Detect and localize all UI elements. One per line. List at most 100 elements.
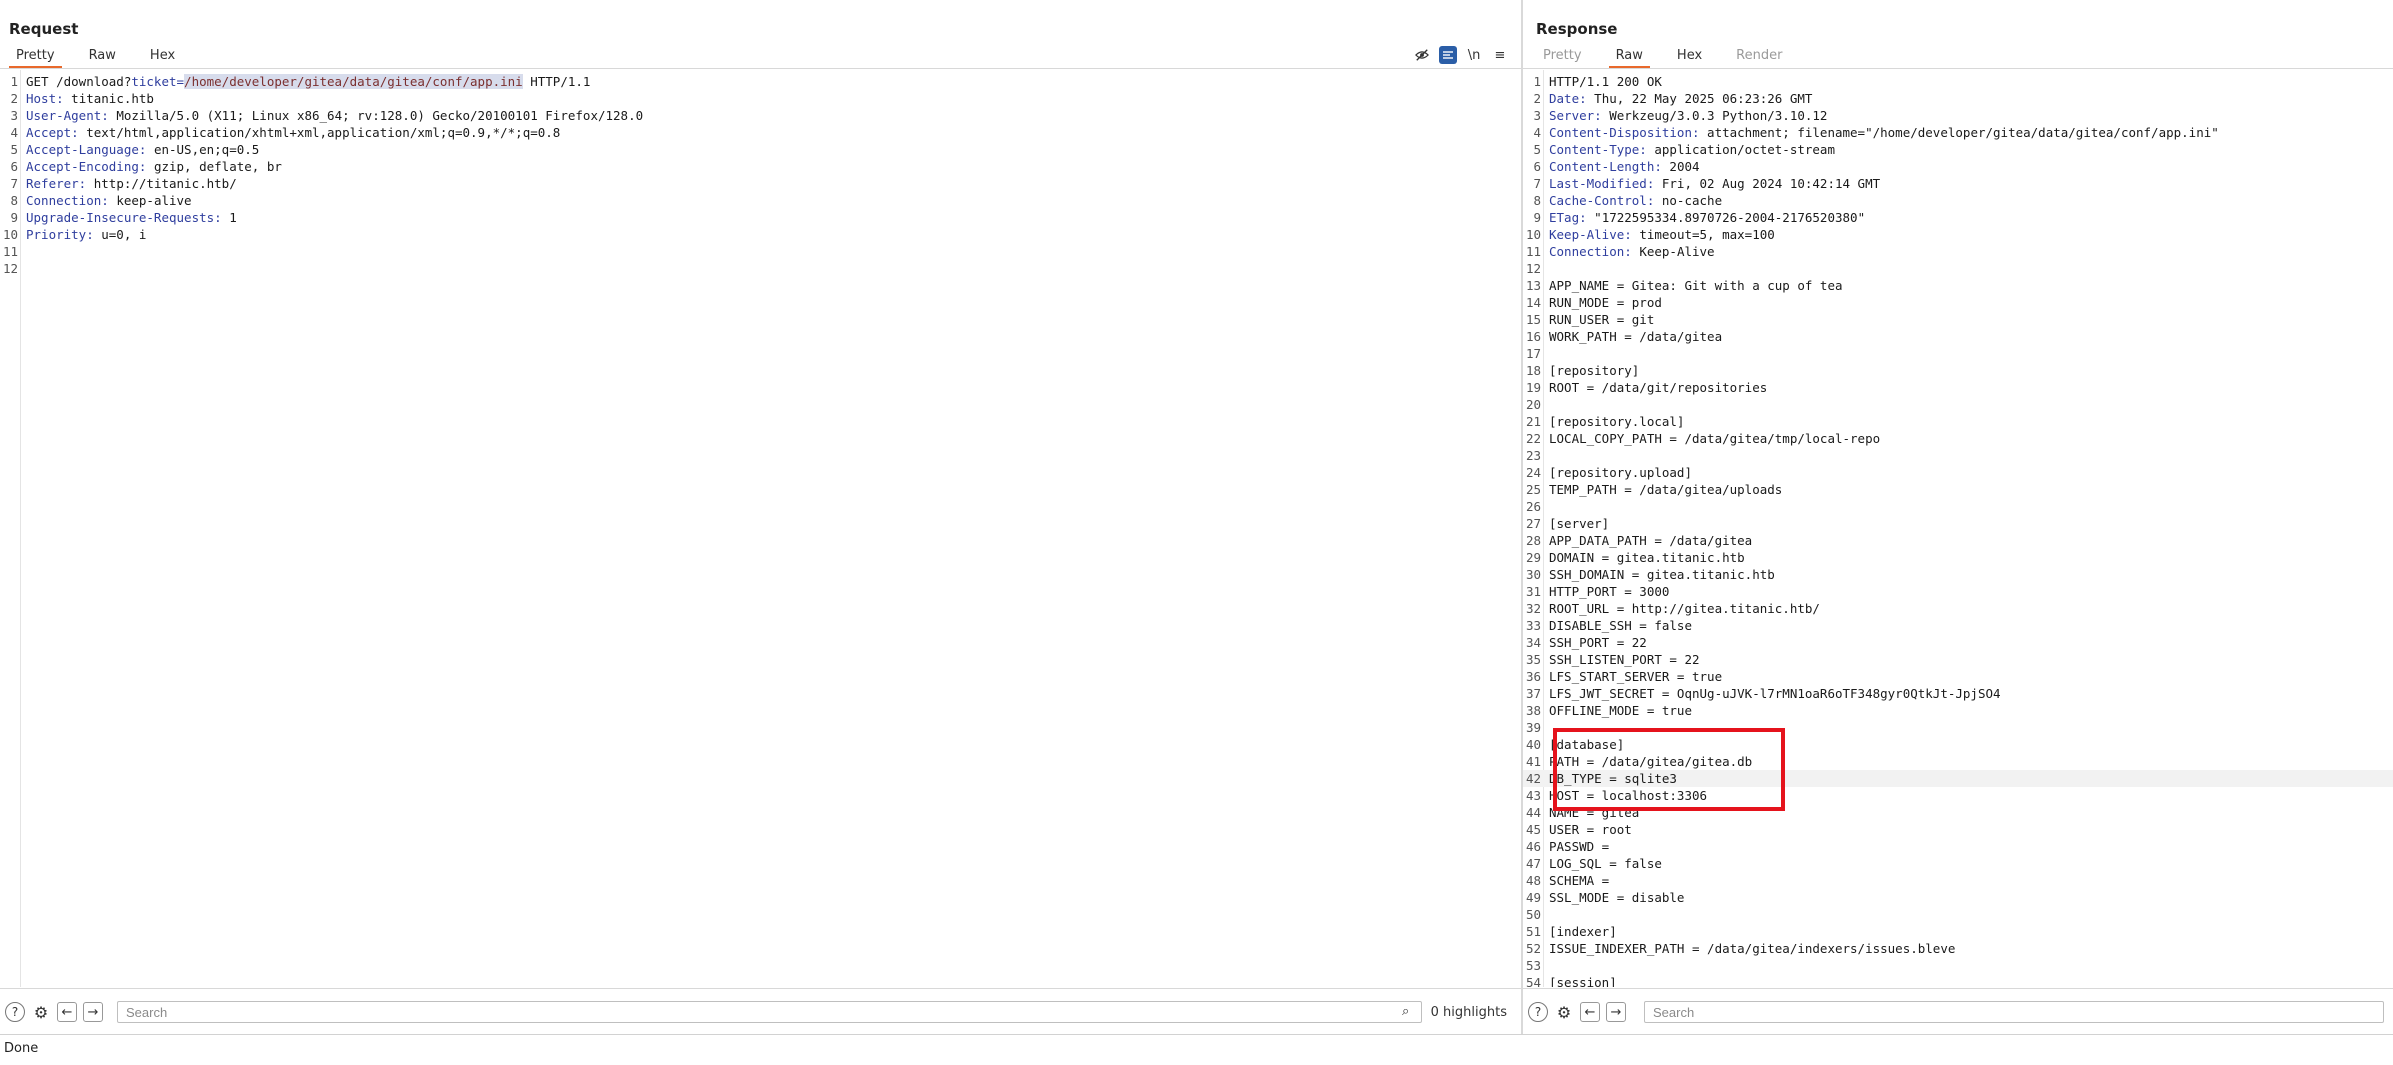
help-icon[interactable]: ? bbox=[5, 1002, 25, 1022]
line-number: 42 bbox=[1525, 771, 1541, 786]
request-search-input[interactable] bbox=[117, 1001, 1422, 1023]
code-text: 2004 bbox=[1661, 159, 1700, 174]
header-key: Cache-Control: bbox=[1549, 193, 1655, 208]
code-line: 49 SSL_MODE = disable bbox=[1523, 889, 2393, 906]
code-line: 35 SSH_LISTEN_PORT = 22 bbox=[1523, 651, 2393, 668]
code-line: 1 GET /download?ticket=/home/developer/gi… bbox=[0, 73, 1521, 90]
code-text: PATH = /data/gitea/gitea.db bbox=[1549, 754, 1753, 769]
line-number: 49 bbox=[1525, 890, 1541, 905]
line-number: 13 bbox=[1525, 278, 1541, 293]
code-text: u=0, i bbox=[93, 227, 147, 242]
code-line: 15 RUN_USER = git bbox=[1523, 311, 2393, 328]
line-number: 43 bbox=[1525, 788, 1541, 803]
wrap-toggle-icon[interactable] bbox=[1439, 46, 1457, 64]
code-text: ROOT = /data/git/repositories bbox=[1549, 380, 1768, 395]
hide-eye-icon[interactable] bbox=[1413, 46, 1431, 64]
help-icon[interactable]: ? bbox=[1528, 1002, 1548, 1022]
code-text: text/html,application/xhtml+xml,applicat… bbox=[78, 125, 561, 140]
request-tabs: Pretty Raw Hex bbox=[9, 47, 202, 68]
header-key: ETag: bbox=[1549, 210, 1587, 225]
line-number: 17 bbox=[1525, 346, 1541, 361]
line-number: 5 bbox=[1533, 142, 1541, 157]
line-number: 46 bbox=[1525, 839, 1541, 854]
status-bar: Done bbox=[0, 1034, 2393, 1065]
response-tab-divider bbox=[1523, 68, 2393, 69]
request-editor[interactable]: 1 GET /download?ticket=/home/developer/gi… bbox=[0, 70, 1521, 987]
response-tab-pretty[interactable]: Pretty bbox=[1536, 47, 1589, 66]
line-number: 37 bbox=[1525, 686, 1541, 701]
code-text: DISABLE_SSH = false bbox=[1549, 618, 1692, 633]
code-text: gzip, deflate, br bbox=[146, 159, 282, 174]
back-arrow-icon[interactable]: ← bbox=[1580, 1002, 1600, 1022]
header-key: Host: bbox=[26, 91, 64, 106]
line-number: 14 bbox=[1525, 295, 1541, 310]
response-tab-raw[interactable]: Raw bbox=[1608, 47, 1650, 68]
menu-icon[interactable]: ≡ bbox=[1491, 46, 1509, 64]
back-arrow-icon[interactable]: ← bbox=[57, 1002, 77, 1022]
line-number: 38 bbox=[1525, 703, 1541, 718]
header-key: User-Agent: bbox=[26, 108, 109, 123]
code-line: 43 HOST = localhost:3306 bbox=[1523, 787, 2393, 804]
newline-icon[interactable]: \n bbox=[1465, 46, 1483, 64]
code-line: 5 Accept-Language: en-US,en;q=0.5 bbox=[0, 141, 1521, 158]
code-line: 6 Content-Length: 2004 bbox=[1523, 158, 2393, 175]
request-tab-hex[interactable]: Hex bbox=[143, 47, 182, 66]
code-text: Thu, 22 May 2025 06:23:26 GMT bbox=[1586, 91, 1813, 106]
request-toolbar: \n ≡ bbox=[1413, 46, 1509, 64]
line-number: 27 bbox=[1525, 516, 1541, 531]
code-text: PASSWD = bbox=[1549, 839, 1610, 854]
line-number: 51 bbox=[1525, 924, 1541, 939]
line-number: 10 bbox=[2, 227, 18, 242]
response-search-input[interactable] bbox=[1644, 1001, 2384, 1023]
code-line: 10 Keep-Alive: timeout=5, max=100 bbox=[1523, 226, 2393, 243]
response-tab-hex[interactable]: Hex bbox=[1670, 47, 1709, 66]
settings-gear-icon[interactable]: ⚙ bbox=[1554, 1002, 1574, 1022]
code-line: 34 SSH_PORT = 22 bbox=[1523, 634, 2393, 651]
code-line: 1 HTTP/1.1 200 OK bbox=[1523, 73, 2393, 90]
header-key: Date: bbox=[1549, 91, 1587, 106]
code-line: 53 bbox=[1523, 957, 2393, 974]
line-number: 48 bbox=[1525, 873, 1541, 888]
code-text: HTTP_PORT = 3000 bbox=[1549, 584, 1670, 599]
code-text: application/octet-stream bbox=[1646, 142, 1835, 157]
code-line: 29 DOMAIN = gitea.titanic.htb bbox=[1523, 549, 2393, 566]
code-text: timeout=5, max=100 bbox=[1631, 227, 1775, 242]
code-line: 3 Server: Werkzeug/3.0.3 Python/3.10.12 bbox=[1523, 107, 2393, 124]
line-number: 36 bbox=[1525, 669, 1541, 684]
code-line: 26 bbox=[1523, 498, 2393, 515]
header-key: Last-Modified: bbox=[1549, 176, 1655, 191]
code-line: 12 bbox=[1523, 260, 2393, 277]
request-tab-raw[interactable]: Raw bbox=[82, 47, 123, 66]
response-editor[interactable]: 1 HTTP/1.1 200 OK 2 Date: Thu, 22 May 2025 … bbox=[1523, 70, 2393, 987]
code-text: [repository] bbox=[1549, 363, 1640, 378]
line-number: 1 bbox=[10, 74, 18, 89]
code-text: OFFLINE_MODE = true bbox=[1549, 703, 1692, 718]
line-number: 33 bbox=[1525, 618, 1541, 633]
line-number: 22 bbox=[1525, 431, 1541, 446]
code-line: 3 User-Agent: Mozilla/5.0 (X11; Linux x86… bbox=[0, 107, 1521, 124]
code-text: HTTP/1.1 bbox=[522, 74, 591, 89]
forward-arrow-icon[interactable]: → bbox=[83, 1002, 103, 1022]
request-code: 1 GET /download?ticket=/home/developer/gi… bbox=[0, 73, 1521, 277]
code-text: attachment; filename="/home/developer/gi… bbox=[1699, 125, 2219, 140]
search-icon[interactable]: ⌕ bbox=[1402, 1004, 1409, 1019]
code-line: 39 bbox=[1523, 719, 2393, 736]
line-number: 12 bbox=[2, 261, 18, 276]
code-text: WORK_PATH = /data/gitea bbox=[1549, 329, 1723, 344]
request-search-bar: ? ⚙ ← → ⌕ 0 highlights bbox=[0, 988, 1521, 1035]
code-text: [database] bbox=[1549, 737, 1625, 752]
response-tab-render[interactable]: Render bbox=[1729, 47, 1789, 66]
request-title: Request bbox=[9, 20, 79, 38]
code-text: RUN_USER = git bbox=[1549, 312, 1655, 327]
code-line: 28 APP_DATA_PATH = /data/gitea bbox=[1523, 532, 2393, 549]
code-line: 46 PASSWD = bbox=[1523, 838, 2393, 855]
request-tab-pretty[interactable]: Pretty bbox=[9, 47, 62, 68]
code-text: ROOT_URL = http://gitea.titanic.htb/ bbox=[1549, 601, 1820, 616]
settings-gear-icon[interactable]: ⚙ bbox=[31, 1002, 51, 1022]
code-text: 1 bbox=[221, 210, 237, 225]
line-number: 11 bbox=[1525, 244, 1541, 259]
request-tab-divider bbox=[0, 68, 1521, 69]
forward-arrow-icon[interactable]: → bbox=[1606, 1002, 1626, 1022]
code-line: 11 bbox=[0, 243, 1521, 260]
header-key: Content-Disposition: bbox=[1549, 125, 1700, 140]
